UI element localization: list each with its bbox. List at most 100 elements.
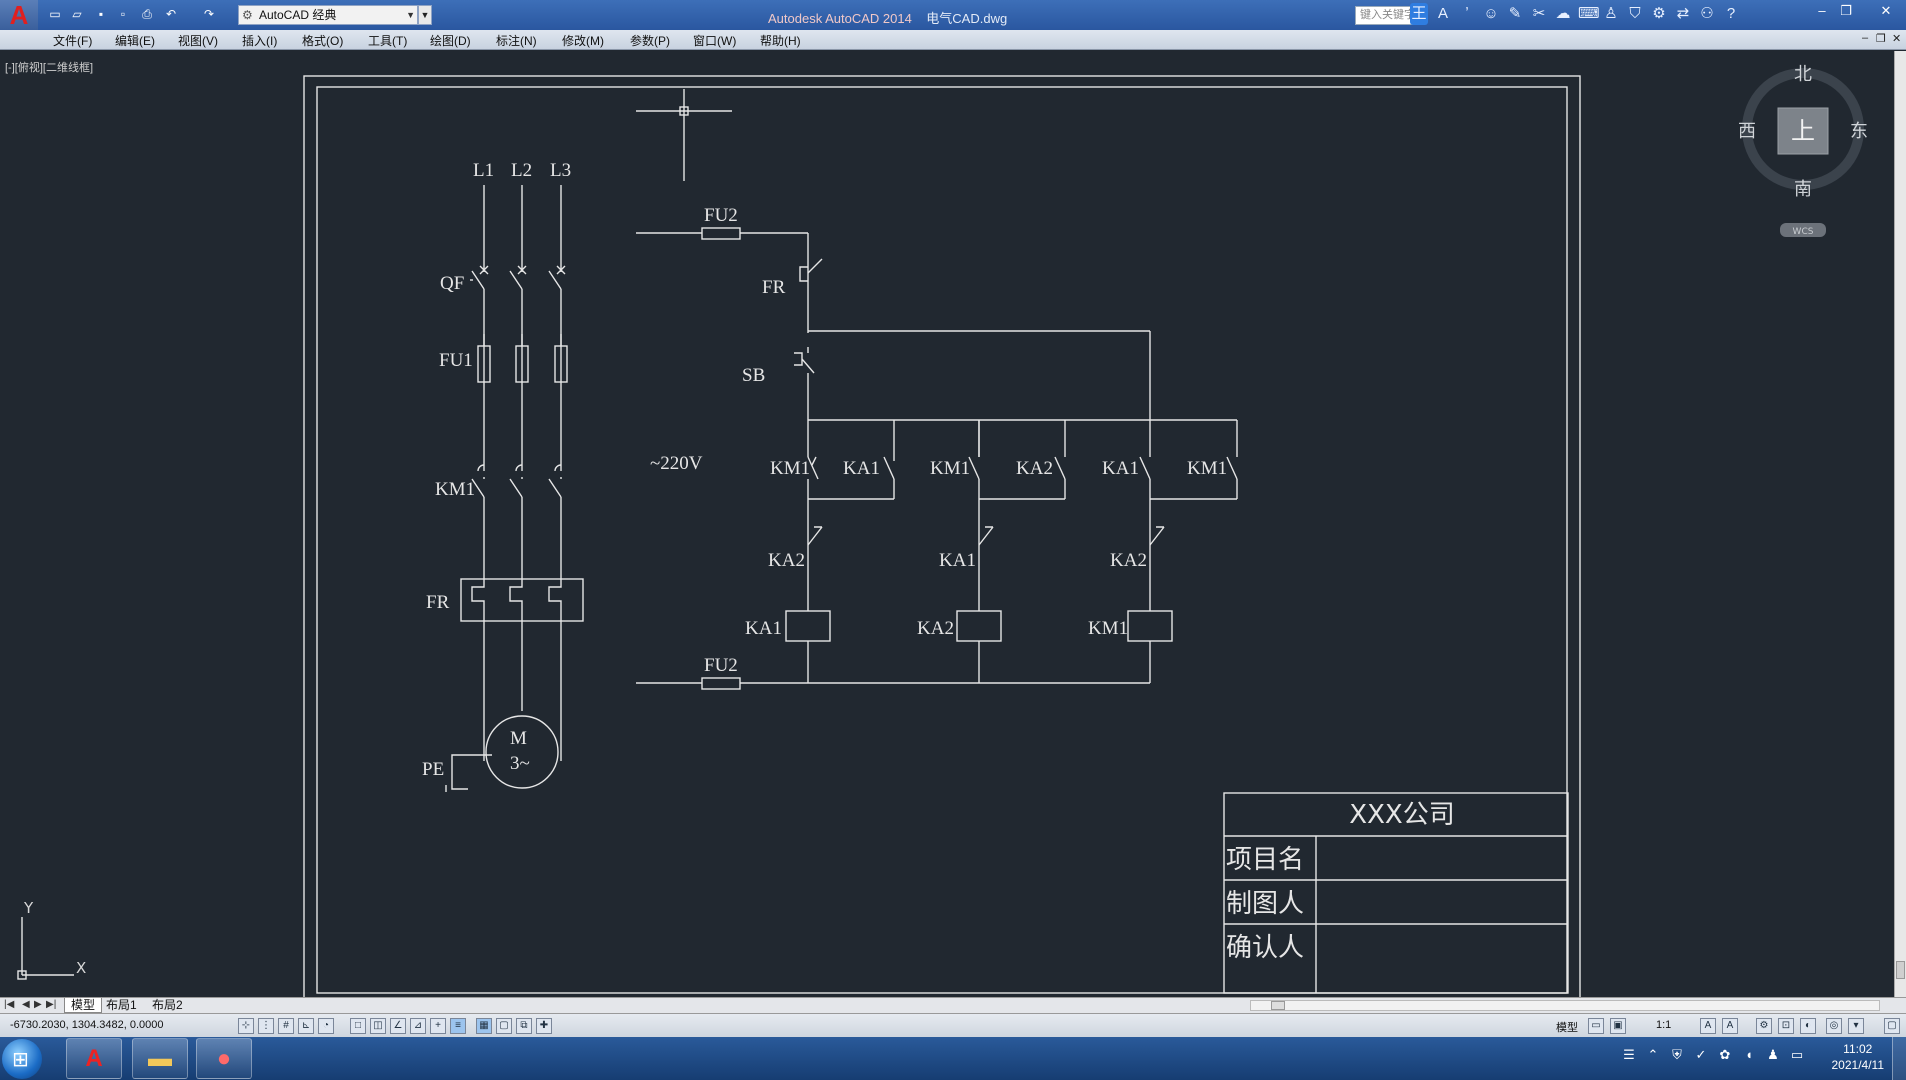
- tray-expand-icon[interactable]: ⌃: [1644, 1047, 1662, 1063]
- dyn-icon[interactable]: +: [430, 1018, 446, 1034]
- punctuation-icon[interactable]: ʼ: [1458, 3, 1476, 25]
- viewcube[interactable]: 上 北 南 西 东 WCS: [1738, 64, 1868, 237]
- infer-constraints-icon[interactable]: ⊹: [238, 1018, 254, 1034]
- tab-layout2[interactable]: 布局2: [146, 998, 189, 1013]
- cloud-icon[interactable]: ☁: [1554, 3, 1572, 25]
- menu-draw[interactable]: 绘图(D): [430, 32, 471, 49]
- quick-view-layouts-icon[interactable]: ▭: [1588, 1018, 1604, 1034]
- print-icon[interactable]: ⎙: [138, 6, 156, 22]
- model-space-label[interactable]: 模型: [1556, 1019, 1578, 1035]
- doc-minimize-icon[interactable]: –: [1862, 32, 1868, 44]
- horizontal-scroll-thumb[interactable]: [1271, 1001, 1285, 1010]
- annotation-scale[interactable]: 1:1: [1656, 1019, 1671, 1031]
- vertical-scroll-thumb[interactable]: [1896, 961, 1905, 979]
- restore-icon[interactable]: ❐: [1836, 3, 1856, 19]
- keyboard-icon[interactable]: ⌨: [1578, 3, 1600, 25]
- 3d-osnap-icon[interactable]: ◫: [370, 1018, 386, 1034]
- minimize-icon[interactable]: –: [1812, 3, 1832, 18]
- chat-icon[interactable]: ♟: [1764, 1047, 1782, 1063]
- clock[interactable]: 11:02 2021/4/11: [1832, 1041, 1885, 1073]
- workspace-select[interactable]: ⚙ AutoCAD 经典 ▼: [238, 5, 418, 25]
- horizontal-scrollbar[interactable]: [1250, 1000, 1880, 1011]
- menu-help[interactable]: 帮助(H): [760, 32, 801, 49]
- volume-icon[interactable]: ◖: [1740, 1047, 1758, 1063]
- last-tab-icon[interactable]: ▶|: [46, 999, 56, 1010]
- tab-model[interactable]: 模型: [64, 998, 103, 1013]
- otrack-icon[interactable]: ∠: [390, 1018, 406, 1034]
- isolate-objects-icon[interactable]: ◎: [1826, 1018, 1842, 1034]
- menu-dimension[interactable]: 标注(N): [496, 32, 537, 49]
- status-menu-icon[interactable]: ▾: [1848, 1018, 1864, 1034]
- prev-tab-icon[interactable]: ◀: [22, 999, 30, 1010]
- save-icon[interactable]: ▪: [92, 6, 110, 22]
- snap-mode-icon[interactable]: ⋮: [258, 1018, 274, 1034]
- exchange-icon[interactable]: ⇄: [1674, 3, 1692, 25]
- new-file-icon[interactable]: ▭: [46, 6, 64, 22]
- pen-icon[interactable]: ✎: [1506, 3, 1524, 25]
- selection-cycling-icon[interactable]: ⧉: [516, 1018, 532, 1034]
- menu-modify[interactable]: 修改(M): [562, 32, 604, 49]
- menu-edit[interactable]: 编辑(E): [115, 32, 155, 49]
- transparency-icon[interactable]: ▦: [476, 1018, 492, 1034]
- emoji-icon[interactable]: ☺: [1482, 3, 1500, 25]
- shield-icon[interactable]: ⛨: [1668, 1047, 1686, 1063]
- lock-icon[interactable]: ⊡: [1778, 1018, 1794, 1034]
- drawing-viewport[interactable]: [-][俯视][二维线框] L1 L2 L3 QF FU1 KM1 FR PE …: [0, 51, 1894, 997]
- first-tab-icon[interactable]: |◀: [4, 999, 14, 1010]
- compass-east[interactable]: 东: [1850, 121, 1868, 142]
- taskbar-autocad[interactable]: A: [66, 1038, 122, 1079]
- open-file-icon[interactable]: ▱: [68, 6, 86, 22]
- doc-close-icon[interactable]: ✕: [1892, 32, 1901, 45]
- close-icon[interactable]: ✕: [1876, 3, 1896, 19]
- taskbar-explorer[interactable]: ▬: [132, 1038, 188, 1079]
- menu-parameter[interactable]: 参数(P): [630, 32, 670, 49]
- shirt-icon[interactable]: ⛉: [1626, 3, 1644, 25]
- auto-scale-icon[interactable]: A: [1722, 1018, 1738, 1034]
- tab-layout1[interactable]: 布局1: [100, 998, 143, 1013]
- scissors-icon[interactable]: ✂: [1530, 3, 1548, 25]
- menu-file[interactable]: 文件(F): [53, 32, 92, 49]
- doc-restore-icon[interactable]: ❐: [1876, 32, 1886, 45]
- user-icon[interactable]: ♙: [1602, 3, 1620, 25]
- annotation-monitor-icon[interactable]: ✚: [536, 1018, 552, 1034]
- ime-logo-icon[interactable]: 王: [1410, 3, 1428, 25]
- redo-icon[interactable]: ↷: [200, 6, 218, 22]
- compass-north[interactable]: 北: [1794, 64, 1812, 85]
- quick-view-drawings-icon[interactable]: ▣: [1610, 1018, 1626, 1034]
- menu-window[interactable]: 窗口(W): [693, 32, 736, 49]
- polar-icon[interactable]: ◔: [318, 1018, 334, 1034]
- font-icon[interactable]: A: [1434, 3, 1452, 25]
- help-icon[interactable]: ?: [1722, 3, 1740, 25]
- lineweight-icon[interactable]: ≡: [450, 1018, 466, 1034]
- annotation-visibility-icon[interactable]: A: [1700, 1018, 1716, 1034]
- undo-icon[interactable]: ↶: [162, 6, 180, 22]
- save-as-icon[interactable]: ▫: [114, 6, 132, 22]
- show-desktop-button[interactable]: [1892, 1037, 1906, 1080]
- taskbar-recorder[interactable]: ●: [196, 1038, 252, 1079]
- compass-west[interactable]: 西: [1738, 121, 1756, 142]
- network-status-icon[interactable]: ✿: [1716, 1047, 1734, 1063]
- start-button[interactable]: ⊞: [2, 1039, 42, 1079]
- settings-icon[interactable]: ⚙: [1650, 3, 1668, 25]
- ducs-icon[interactable]: ⊿: [410, 1018, 426, 1034]
- grid-icon[interactable]: #: [278, 1018, 294, 1034]
- ortho-icon[interactable]: ⊾: [298, 1018, 314, 1034]
- vertical-scrollbar[interactable]: [1894, 51, 1906, 997]
- menu-view[interactable]: 视图(V): [178, 32, 218, 49]
- quick-properties-icon[interactable]: ▢: [496, 1018, 512, 1034]
- menu-insert[interactable]: 插入(I): [242, 32, 277, 49]
- people-icon[interactable]: ⚇: [1698, 3, 1716, 25]
- ime-tray-icon[interactable]: ☰: [1620, 1047, 1638, 1063]
- next-tab-icon[interactable]: ▶: [34, 999, 42, 1010]
- hardware-accel-icon[interactable]: ◐: [1800, 1018, 1816, 1034]
- quick-access-dropdown[interactable]: ▼: [418, 5, 432, 25]
- menu-tools[interactable]: 工具(T): [368, 32, 407, 49]
- osnap-icon[interactable]: □: [350, 1018, 366, 1034]
- clean-screen-icon[interactable]: ▢: [1884, 1018, 1900, 1034]
- display-icon[interactable]: ▭: [1788, 1047, 1806, 1063]
- application-menu-button[interactable]: A: [0, 0, 38, 30]
- security-icon[interactable]: ✓: [1692, 1047, 1710, 1063]
- workspace-switch-icon[interactable]: ⚙: [1756, 1018, 1772, 1034]
- compass-south[interactable]: 南: [1794, 179, 1812, 200]
- menu-format[interactable]: 格式(O): [302, 32, 343, 49]
